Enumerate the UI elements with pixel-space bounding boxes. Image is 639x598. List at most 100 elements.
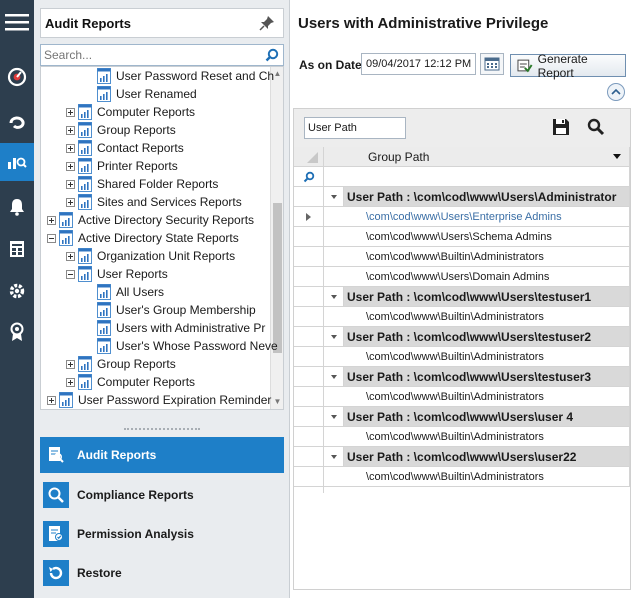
group-by-chip[interactable]: User Path — [304, 117, 406, 139]
collapse-group-icon[interactable] — [330, 194, 337, 199]
table-row[interactable]: \com\cod\www\Users\Schema Admins — [294, 227, 630, 247]
table-row[interactable]: \com\cod\www\Builtin\Administrators — [294, 427, 630, 447]
tree-item[interactable]: Computer Reports — [66, 373, 195, 391]
expand-icon[interactable] — [47, 395, 56, 405]
group-row[interactable]: User Path : \com\cod\www\Users\testuser1 — [294, 287, 630, 307]
hamburger-menu-icon[interactable] — [0, 3, 34, 41]
tree-item[interactable]: Contact Reports — [66, 139, 184, 157]
column-header-group-path[interactable]: Group Path — [324, 147, 630, 167]
tree-item[interactable]: User's Whose Password Neve — [85, 337, 278, 355]
scroll-up-arrow-icon[interactable]: ▲ — [273, 69, 282, 79]
save-icon[interactable] — [552, 118, 570, 139]
tree-item[interactable]: Active Directory Security Reports — [47, 211, 254, 229]
group-path-cell[interactable]: \com\cod\www\Builtin\Administrators — [344, 427, 630, 447]
module-compliance-reports[interactable]: Compliance Reports — [40, 477, 284, 513]
tree-item[interactable]: Group Reports — [66, 355, 176, 373]
tree-item[interactable]: User Password Reset and Ch — [85, 67, 274, 85]
group-row[interactable]: User Path : \com\cod\www\Users\testuser3 — [294, 367, 630, 387]
group-expander[interactable] — [324, 407, 344, 427]
collapse-group-icon[interactable] — [330, 454, 337, 459]
module-permission-analysis[interactable]: Permission Analysis — [40, 516, 284, 552]
table-row[interactable]: \com\cod\www\Builtin\Administrators — [294, 467, 630, 487]
gear-icon[interactable] — [0, 272, 34, 310]
group-expander[interactable] — [324, 187, 344, 207]
tree-item[interactable]: User Reports — [66, 265, 168, 283]
group-expander[interactable] — [324, 287, 344, 307]
search-input[interactable] — [41, 46, 261, 64]
tree-item[interactable]: Group Reports — [66, 121, 176, 139]
bell-icon[interactable] — [0, 188, 34, 226]
collapse-group-icon[interactable] — [330, 414, 337, 419]
analytics-icon[interactable] — [0, 143, 34, 181]
tree-item[interactable]: User Renamed — [85, 85, 197, 103]
group-path-cell[interactable]: \com\cod\www\Builtin\Administrators — [344, 347, 630, 367]
dashboard-icon[interactable] — [0, 58, 34, 96]
scroll-down-arrow-icon[interactable]: ▼ — [273, 397, 282, 407]
scroll-thumb[interactable] — [273, 203, 282, 353]
table-row[interactable]: \com\cod\www\Users\Enterprise Admins — [294, 207, 630, 227]
search-icon[interactable] — [265, 48, 279, 65]
collapse-button[interactable] — [607, 83, 625, 101]
tree-item[interactable]: Organization Unit Reports — [66, 247, 235, 265]
reports-icon[interactable] — [0, 104, 34, 142]
expand-icon[interactable] — [66, 359, 75, 369]
group-path-cell[interactable]: \com\cod\www\Builtin\Administrators — [344, 307, 630, 327]
tree-item[interactable]: User's Group Membership — [85, 301, 256, 319]
group-path-cell[interactable]: \com\cod\www\Users\Schema Admins — [344, 227, 630, 247]
group-row[interactable]: User Path : \com\cod\www\Users\testuser2 — [294, 327, 630, 347]
collapse-group-icon[interactable] — [330, 334, 337, 339]
tree-item[interactable]: Computer Reports — [66, 103, 195, 121]
expand-icon[interactable] — [66, 161, 75, 171]
group-path-cell[interactable]: \com\cod\www\Builtin\Administrators — [344, 387, 630, 407]
tree-item[interactable]: Users with Administrative Pr — [85, 319, 265, 337]
module-audit-reports[interactable]: Audit Reports — [40, 437, 284, 473]
group-expander[interactable] — [324, 327, 344, 347]
group-path-cell[interactable]: \com\cod\www\Builtin\Administrators — [344, 247, 630, 267]
panel-splitter[interactable] — [124, 428, 200, 432]
group-expander[interactable] — [324, 367, 344, 387]
tree-item[interactable]: All Users — [85, 283, 164, 301]
expand-icon[interactable] — [66, 125, 75, 135]
group-path-cell[interactable]: \com\cod\www\Users\Enterprise Admins — [344, 207, 630, 227]
group-expander[interactable] — [324, 447, 344, 467]
filter-input-cell[interactable] — [324, 167, 630, 187]
tree-item[interactable]: Active Directory State Reports — [47, 229, 239, 247]
expand-icon[interactable] — [66, 107, 75, 117]
tree-item[interactable]: Shared Folder Reports — [66, 175, 218, 193]
expand-icon[interactable] — [66, 377, 75, 387]
table-row[interactable]: \com\cod\www\Builtin\Administrators — [294, 387, 630, 407]
tree-item[interactable]: User Password Expiration Reminder — [47, 391, 271, 409]
expand-icon[interactable] — [66, 179, 75, 189]
expand-icon[interactable] — [47, 215, 56, 225]
module-restore[interactable]: Restore — [40, 555, 284, 591]
table-row[interactable]: \com\cod\www\Users\Domain Admins — [294, 267, 630, 287]
group-path-cell[interactable]: \com\cod\www\Users\Domain Admins — [344, 267, 630, 287]
group-row[interactable]: User Path : \com\cod\www\Users\Administr… — [294, 187, 630, 207]
date-field[interactable]: 09/04/2017 12:12 PM — [361, 53, 476, 75]
group-path-cell[interactable]: \com\cod\www\Builtin\Administrators — [344, 467, 630, 487]
badge-icon[interactable] — [0, 313, 34, 351]
collapse-group-icon[interactable] — [330, 374, 337, 379]
collapse-group-icon[interactable] — [330, 294, 337, 299]
calendar-button[interactable] — [480, 53, 504, 75]
tree-item[interactable]: Printer Reports — [66, 157, 178, 175]
expand-icon[interactable] — [66, 143, 75, 153]
collapse-icon[interactable] — [47, 233, 56, 243]
table-row[interactable]: \com\cod\www\Builtin\Administrators — [294, 247, 630, 267]
chevron-down-icon[interactable] — [613, 154, 621, 159]
report-sheet-icon[interactable] — [0, 230, 34, 268]
expand-icon[interactable] — [66, 251, 75, 261]
group-row[interactable]: User Path : \com\cod\www\Users\user22 — [294, 447, 630, 467]
generate-report-button[interactable]: Generate Report — [510, 52, 626, 80]
tree-item-label: Computer Reports — [97, 375, 196, 389]
filter-cell[interactable] — [294, 167, 324, 187]
group-row[interactable]: User Path : \com\cod\www\Users\user 4 — [294, 407, 630, 427]
table-row[interactable]: \com\cod\www\Builtin\Administrators — [294, 307, 630, 327]
table-row[interactable]: \com\cod\www\Builtin\Administrators — [294, 347, 630, 367]
expand-icon[interactable] — [66, 197, 75, 207]
zoom-icon[interactable] — [587, 118, 605, 139]
collapse-icon[interactable] — [66, 269, 75, 279]
tree-item[interactable]: Sites and Services Reports — [66, 193, 242, 211]
tree-scrollbar[interactable]: ▲ ▼ — [270, 67, 283, 409]
pin-icon[interactable] — [259, 15, 275, 34]
